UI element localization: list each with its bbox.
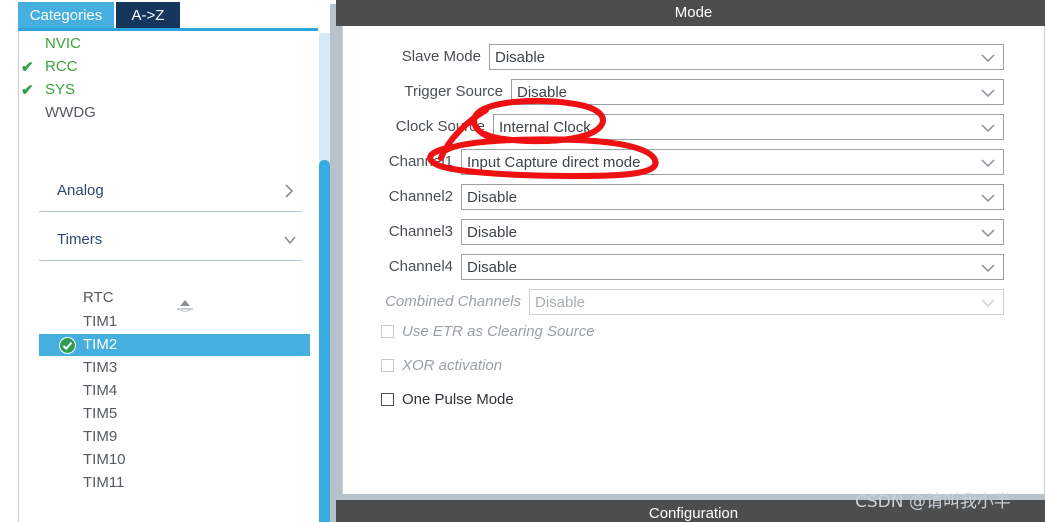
dropdown-value: Disable: [467, 259, 518, 276]
label-channel4: Channel4: [388, 258, 453, 275]
peripheral-item-nvic[interactable]: NVIC: [45, 35, 81, 52]
chevron-down-icon: [981, 193, 995, 203]
sidebar: Categories A->Z NVIC ✔ RCC ✔ SYS WWDG An…: [0, 0, 330, 522]
list-item-tim1[interactable]: TIM1: [39, 311, 310, 333]
selected-check-icon: [59, 337, 76, 354]
panel-divider: [330, 0, 342, 522]
checkbox-icon[interactable]: [381, 359, 394, 372]
dropdown-channel4[interactable]: Disable: [461, 254, 1004, 280]
form-row-trigger-source: Trigger Source Disable: [343, 79, 1045, 105]
dropdown-value: Disable: [495, 49, 546, 66]
chevron-down-icon: [981, 298, 995, 308]
dropdown-value: Disable: [535, 294, 586, 311]
list-item-label: TIM5: [83, 405, 118, 422]
dropdown-channel3[interactable]: Disable: [461, 219, 1004, 245]
label-combined-channels: Combined Channels: [385, 293, 521, 310]
checkbox-label: Use ETR as Clearing Source: [402, 323, 595, 340]
chevron-down-icon: [981, 53, 995, 63]
watermark: CSDN @请叫我小半: [855, 492, 1011, 512]
form-row-channel2: Channel2 Disable: [343, 184, 1045, 210]
list-item-label: TIM11: [83, 474, 125, 491]
list-item-rtc[interactable]: RTC: [39, 287, 310, 309]
sidebar-tabbar: Categories A->Z: [0, 0, 330, 31]
tab-a-to-z[interactable]: A->Z: [116, 2, 180, 29]
form-row-channel4: Channel4 Disable: [343, 254, 1045, 280]
peripheral-item-rcc[interactable]: ✔ RCC: [21, 58, 78, 76]
checkbox-icon[interactable]: [381, 393, 394, 406]
label-trigger-source: Trigger Source: [404, 83, 503, 100]
form-row-clock-source: Clock Source Internal Clock: [343, 114, 1045, 140]
mode-panel: Mode Slave Mode Disable Trigger Source D…: [342, 0, 1045, 522]
form-row-combined-channels: Combined Channels Disable: [343, 289, 1045, 315]
form-row-slave-mode: Slave Mode Disable: [343, 44, 1045, 70]
label-clock-source: Clock Source: [395, 118, 485, 135]
checkbox-label: One Pulse Mode: [402, 391, 514, 408]
list-item-label: TIM9: [83, 428, 118, 445]
label-channel1: Channel1: [388, 153, 453, 170]
checkbox-label: XOR activation: [402, 357, 503, 374]
form-row-channel1: Channel1 Input Capture direct mode: [343, 149, 1045, 175]
list-item-label: RTC: [83, 289, 114, 306]
dropdown-trigger-source[interactable]: Disable: [511, 79, 1004, 105]
check-icon: ✔: [21, 59, 34, 76]
peripheral-label: RCC: [45, 58, 78, 75]
list-item-tim2[interactable]: TIM2: [39, 334, 310, 356]
list-item-tim9[interactable]: TIM9: [39, 426, 310, 448]
list-item-label: TIM2: [83, 336, 118, 353]
peripheral-label: WWDG: [45, 104, 96, 121]
check-icon: ✔: [21, 82, 34, 99]
chevron-down-icon: [981, 158, 995, 168]
checkbox-icon[interactable]: [381, 325, 394, 338]
peripheral-label: SYS: [45, 81, 76, 98]
label-channel2: Channel2: [388, 188, 453, 205]
dropdown-value: Disable: [467, 224, 518, 241]
list-item-tim3[interactable]: TIM3: [39, 357, 310, 379]
dropdown-value: Input Capture direct mode: [467, 154, 641, 171]
dropdown-channel1[interactable]: Input Capture direct mode: [461, 149, 1004, 175]
peripheral-list: NVIC ✔ RCC ✔ SYS WWDG Analog Timers RTC …: [18, 31, 310, 522]
section-label: Timers: [57, 231, 103, 248]
dropdown-clock-source[interactable]: Internal Clock: [493, 114, 1004, 140]
label-channel3: Channel3: [388, 223, 453, 240]
chevron-down-icon: [981, 123, 995, 133]
peripheral-item-sys[interactable]: ✔ SYS: [21, 81, 76, 99]
chevron-down-icon: [282, 229, 296, 251]
list-item-tim11[interactable]: TIM11: [39, 472, 310, 494]
dropdown-combined-channels[interactable]: Disable: [529, 289, 1004, 315]
peripheral-item-wwdg[interactable]: WWDG: [45, 104, 96, 121]
list-item-tim4[interactable]: TIM4: [39, 380, 310, 402]
sidebar-scrollbar-thumb[interactable]: [319, 160, 330, 522]
list-item-tim10[interactable]: TIM10: [39, 449, 310, 471]
label-slave-mode: Slave Mode: [401, 48, 481, 65]
tab-categories[interactable]: Categories: [18, 2, 114, 29]
list-item-tim5[interactable]: TIM5: [39, 403, 310, 425]
panel-title-mode: Mode: [342, 0, 1045, 26]
list-item-label: TIM10: [83, 451, 126, 468]
list-item-label: TIM1: [83, 313, 118, 330]
peripheral-label: NVIC: [45, 35, 81, 52]
dropdown-channel2[interactable]: Disable: [461, 184, 1004, 210]
list-item-label: TIM4: [83, 382, 118, 399]
dropdown-slave-mode[interactable]: Disable: [489, 44, 1004, 70]
form-row-channel3: Channel3 Disable: [343, 219, 1045, 245]
dropdown-value: Internal Clock: [499, 119, 591, 136]
section-header-timers[interactable]: Timers: [39, 221, 302, 261]
chevron-down-icon: [981, 263, 995, 273]
section-header-analog[interactable]: Analog: [39, 172, 302, 212]
chevron-right-icon: [282, 180, 296, 202]
dropdown-value: Disable: [467, 189, 518, 206]
chevron-down-icon: [981, 88, 995, 98]
list-item-label: TIM3: [83, 359, 118, 376]
section-label: Analog: [57, 182, 104, 199]
chevron-down-icon: [981, 228, 995, 238]
dropdown-value: Disable: [517, 84, 568, 101]
stm32cubemx-window: Categories A->Z NVIC ✔ RCC ✔ SYS WWDG An…: [0, 0, 1045, 522]
mode-form: Slave Mode Disable Trigger Source Disabl…: [342, 26, 1045, 494]
